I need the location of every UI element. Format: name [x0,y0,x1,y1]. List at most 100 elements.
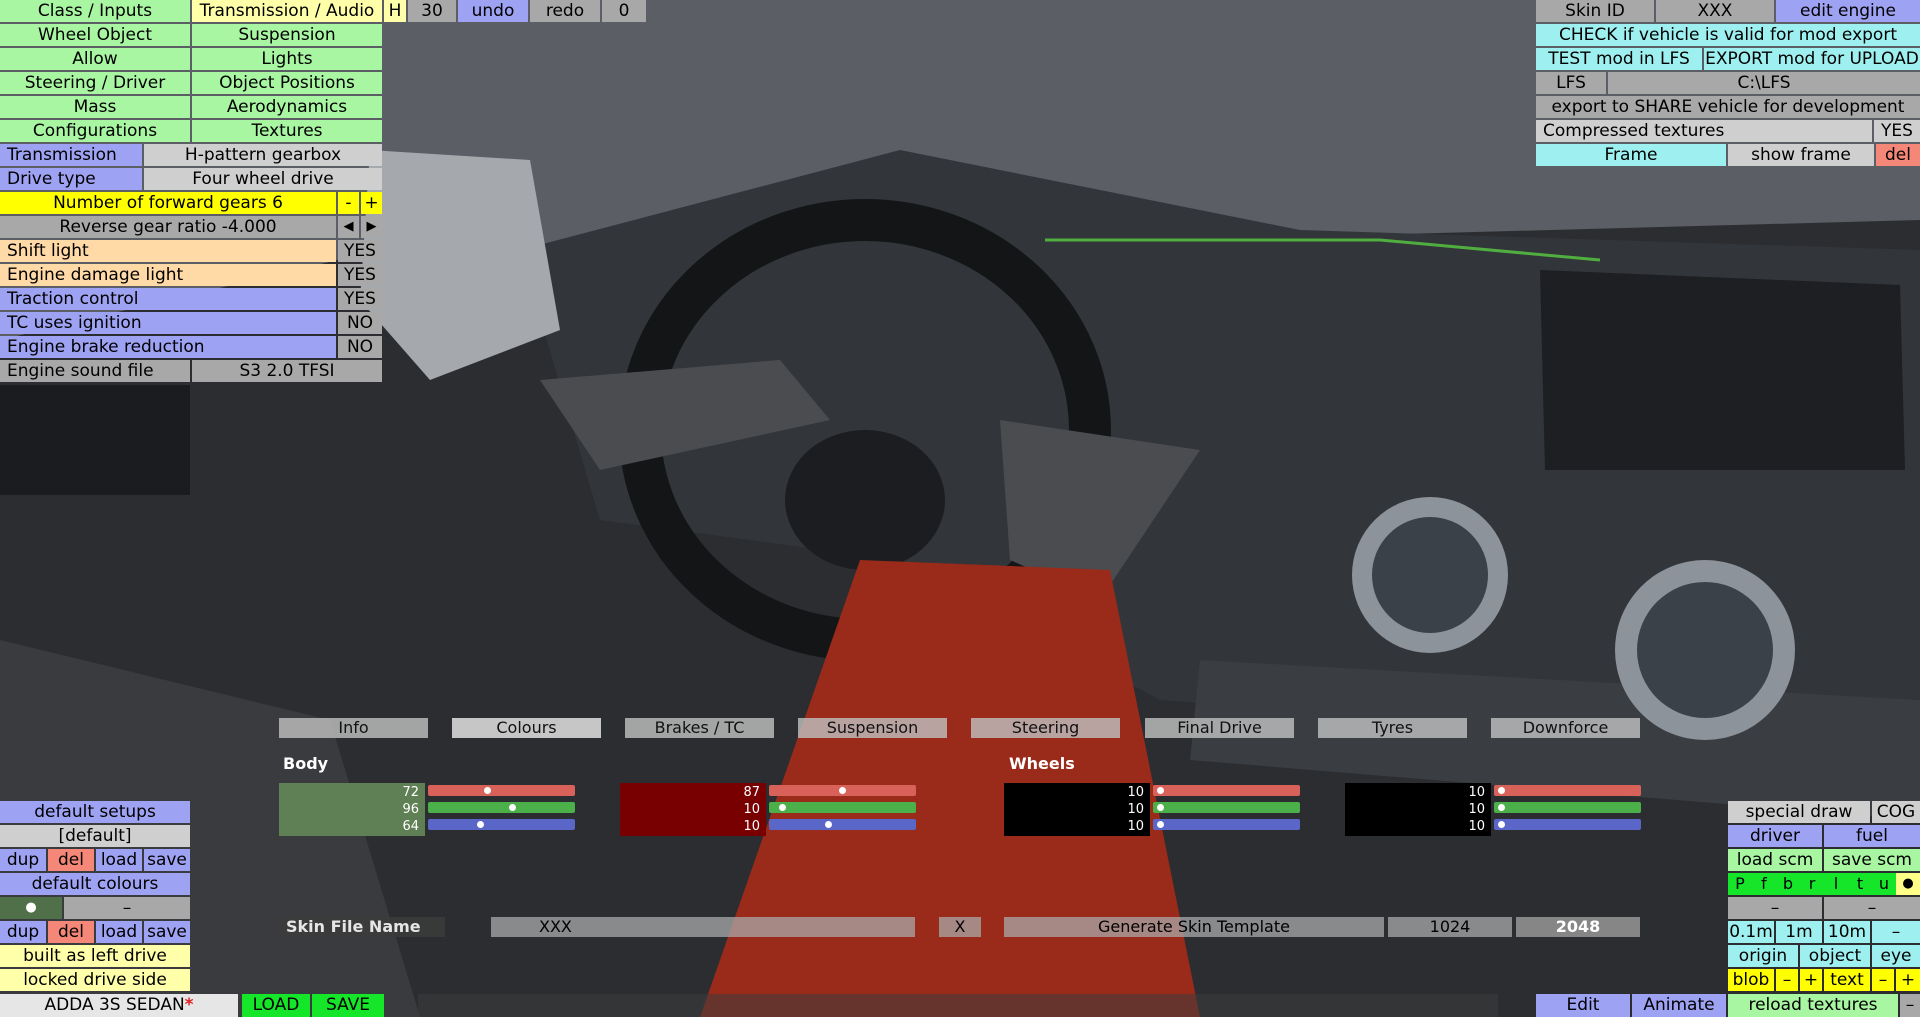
tab-info[interactable]: Info [279,718,428,738]
setup-dup-button[interactable]: dup [0,849,46,871]
secondary-red-slider[interactable] [769,785,916,796]
engine-brake-reduction-toggle[interactable]: NO [338,336,382,358]
edit-mode-button[interactable]: Edit [1536,994,1630,1017]
compressed-textures-toggle[interactable]: YES [1874,120,1920,142]
slider-handle[interactable] [1498,804,1505,811]
dash-b-button[interactable]: – [1824,897,1920,919]
text-minus-button[interactable]: – [1872,969,1894,991]
slider-handle[interactable] [484,787,491,794]
slider-handle[interactable] [825,821,832,828]
slider-handle[interactable] [1157,787,1164,794]
colour-save-button[interactable]: save [144,921,190,943]
eye-button[interactable]: eye [1872,945,1920,967]
skin-id-value[interactable]: XXX [1656,0,1774,22]
menu-allow[interactable]: Allow [0,48,190,70]
drive-type-value[interactable]: Four wheel drive [144,168,382,190]
colour-dup-button[interactable]: dup [0,921,46,943]
export-share-button[interactable]: export to SHARE vehicle for development [1536,96,1920,118]
undo-button[interactable]: undo [458,0,528,22]
tab-colours[interactable]: Colours [452,718,601,738]
wheels-red-slider[interactable] [1153,785,1300,796]
engine-sound-value[interactable]: S3 2.0 TFSI [192,360,382,382]
tab-downforce[interactable]: Downforce [1491,718,1640,738]
view-p-button[interactable]: P [1728,873,1752,895]
wheels-secondary-blue-slider[interactable] [1494,819,1641,830]
setup-del-button[interactable]: del [48,849,94,871]
lfs-path-field[interactable]: C:\LFS [1608,72,1920,94]
slider-handle[interactable] [1498,787,1505,794]
menu-steering-driver[interactable]: Steering / Driver [0,72,190,94]
slider-handle[interactable] [1157,821,1164,828]
menu-transmission-audio[interactable]: Transmission / Audio [192,0,382,22]
default-setup-field[interactable]: [default] [0,825,190,847]
show-frame-button[interactable]: show frame [1728,144,1874,166]
frame-button[interactable]: Frame [1536,144,1726,166]
secondary-blue-slider[interactable] [769,819,916,830]
tab-steering[interactable]: Steering [971,718,1120,738]
driver-button[interactable]: driver [1728,825,1822,847]
check-valid-button[interactable]: CHECK if vehicle is valid for mod export [1536,24,1920,46]
menu-object-positions[interactable]: Object Positions [192,72,382,94]
view-dot-button[interactable]: ● [1896,873,1920,895]
view-u-button[interactable]: u [1872,873,1896,895]
secondary-green-slider[interactable] [769,802,916,813]
traction-control-toggle[interactable]: YES [338,288,382,310]
dash-a-button[interactable]: – [1728,897,1822,919]
colour-del-button[interactable]: del [48,921,94,943]
wheels-secondary-colour-swatch[interactable]: 10 10 10 [1345,783,1491,836]
special-draw-button[interactable]: special draw [1728,801,1870,823]
secondary-colour-swatch[interactable]: 87 10 10 [620,783,766,836]
skin-file-name-input[interactable]: XXX [491,917,915,937]
menu-configurations[interactable]: Configurations [0,120,190,142]
body-colour-swatch[interactable]: 72 96 64 [279,783,425,836]
menu-suspension[interactable]: Suspension [192,24,382,46]
wheels-secondary-red-slider[interactable] [1494,785,1641,796]
save-scm-button[interactable]: save scm [1824,849,1920,871]
tab-tyres[interactable]: Tyres [1318,718,1467,738]
body-red-slider[interactable] [428,785,575,796]
export-mod-button[interactable]: EXPORT mod for UPLOAD [1704,48,1920,70]
slider-handle[interactable] [779,804,786,811]
load-scm-button[interactable]: load scm [1728,849,1822,871]
h-button[interactable]: H [384,0,406,22]
scale-1m-button[interactable]: 1m [1776,921,1822,943]
scale-01m-button[interactable]: 0.1m [1728,921,1774,943]
template-size-2048-button[interactable]: 2048 [1516,917,1640,937]
view-r-button[interactable]: r [1800,873,1824,895]
menu-wheel-object[interactable]: Wheel Object [0,24,190,46]
load-vehicle-button[interactable]: LOAD [242,994,310,1017]
wheels-blue-slider[interactable] [1153,819,1300,830]
blob-minus-button[interactable]: – [1776,969,1798,991]
menu-aerodynamics[interactable]: Aerodynamics [192,96,382,118]
ratio-left-arrow-icon[interactable]: ◀ [338,216,359,238]
generate-skin-template-button[interactable]: Generate Skin Template [1004,917,1384,937]
ratio-right-arrow-icon[interactable]: ▶ [361,216,382,238]
view-f-button[interactable]: f [1752,873,1776,895]
gears-plus-button[interactable]: + [361,192,382,214]
wheels-colour-swatch[interactable]: 10 10 10 [1004,783,1150,836]
locked-drive-side-button[interactable]: locked drive side [0,969,190,991]
blob-plus-button[interactable]: + [1800,969,1822,991]
tab-final-drive[interactable]: Final Drive [1145,718,1294,738]
gears-minus-button[interactable]: - [338,192,359,214]
template-size-1024-button[interactable]: 1024 [1388,917,1512,937]
shift-light-toggle[interactable]: YES [338,240,382,262]
vehicle-name-field[interactable]: ADDA 3S SEDAN* [0,994,238,1017]
slider-handle[interactable] [477,821,484,828]
colour-bullet-button[interactable]: ● [0,897,62,919]
slider-handle[interactable] [509,804,516,811]
view-l-button[interactable]: l [1824,873,1848,895]
save-vehicle-button[interactable]: SAVE [312,994,384,1017]
slider-handle[interactable] [839,787,846,794]
setup-save-button[interactable]: save [144,849,190,871]
menu-lights[interactable]: Lights [192,48,382,70]
menu-class-inputs[interactable]: Class / Inputs [0,0,190,22]
wheels-green-slider[interactable] [1153,802,1300,813]
transmission-value[interactable]: H-pattern gearbox [144,144,382,166]
cog-button[interactable]: COG [1872,801,1920,823]
edit-engine-button[interactable]: edit engine [1776,0,1920,22]
body-green-slider[interactable] [428,802,575,813]
slider-handle[interactable] [1157,804,1164,811]
menu-textures[interactable]: Textures [192,120,382,142]
wheels-secondary-green-slider[interactable] [1494,802,1641,813]
